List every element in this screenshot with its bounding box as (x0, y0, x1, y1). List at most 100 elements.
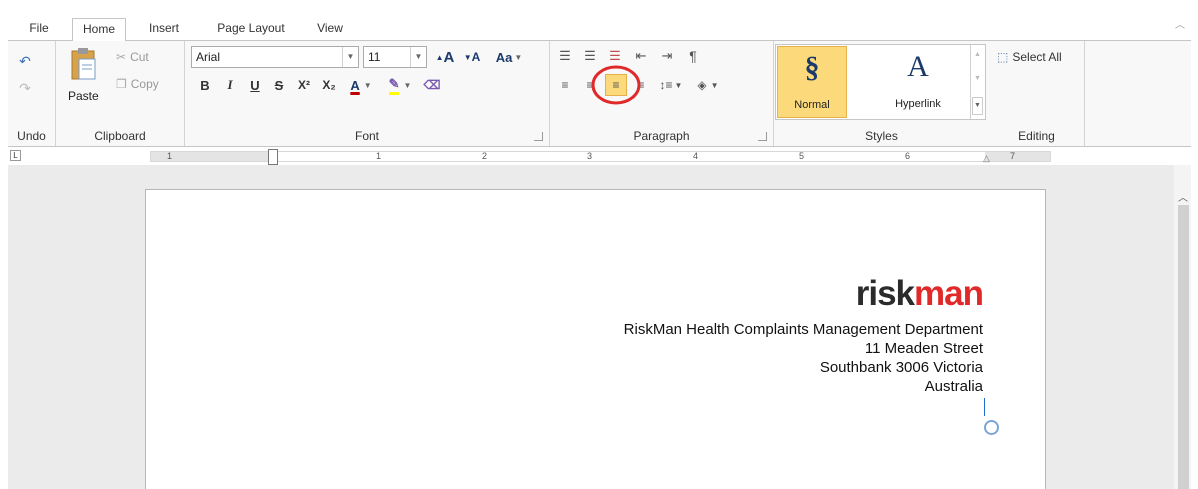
font-group-label: Font (354, 129, 379, 143)
logo-man-text: man (914, 274, 984, 313)
ruler-label: 6 (905, 151, 911, 161)
paragraph-group-label: Paragraph (633, 129, 690, 143)
red-annotation-circle (591, 65, 641, 105)
font-family-select[interactable]: Arial ▼ (191, 46, 359, 68)
scissors-icon: ✂ (116, 50, 127, 64)
scrollbar-thumb[interactable] (1178, 205, 1189, 489)
left-indent-marker[interactable] (268, 149, 278, 165)
style-hyperlink[interactable]: A Hyperlink (883, 46, 953, 118)
address-line: Southbank 3006 Victoria (819, 359, 983, 376)
scroll-up-icon[interactable]: ︿ (1178, 189, 1188, 204)
clipboard-group: Paste ✂ Cut ❐ Copy Clipboard (56, 41, 185, 146)
pilcrow-icon[interactable]: ¶ (682, 45, 704, 67)
font-family-value: Arial (196, 50, 221, 64)
riskman-logo: riskman (855, 274, 984, 314)
style-normal-label: Normal (794, 99, 830, 111)
ruler-row: L 1 1 2 3 4 5 6 7 △ (8, 147, 1191, 165)
logo-risk-text: risk (855, 274, 915, 313)
section-icon: § (804, 51, 820, 84)
grow-font-button[interactable]: ▲ A (434, 46, 456, 68)
document-page[interactable]: riskman RiskMan Health Complaints Manage… (145, 189, 1046, 489)
undo-group: ↶ ↷ Undo (8, 41, 56, 146)
shrink-font-label: A (471, 50, 481, 64)
align-left-icon[interactable]: ≡ (554, 74, 576, 96)
paragraph-dialog-launcher-icon[interactable] (758, 132, 767, 141)
paragraph-group: ☰ ☰ ☰ ⇤ ⇥ ¶ ≡ ≡ ≡ ≡ ↕≡ ▼ ◈ ▼ Paragraph (550, 41, 774, 146)
undo-icon[interactable]: ↶ (14, 50, 36, 72)
select-all-button[interactable]: ⬚ Select All (997, 50, 1062, 64)
styles-group-label: Styles (865, 129, 898, 143)
undo-group-label: Undo (17, 129, 46, 143)
ruler-label: 7 (1010, 151, 1016, 161)
grow-font-label: A (443, 48, 455, 66)
address-line: 11 Meaden Street (864, 340, 983, 357)
style-normal[interactable]: § Normal (777, 46, 847, 118)
font-group: Arial ▼ 11 ▼ ▲ A ▼ A Aa ▼ B I U S X² X₂ A ▼… (185, 41, 550, 146)
underline-button[interactable]: U (245, 74, 265, 96)
strikethrough-button[interactable]: S (269, 74, 289, 96)
increase-indent-icon[interactable]: ⇥ (656, 45, 678, 67)
ruler-label: 1 (167, 151, 173, 161)
address-line: Australia (924, 378, 983, 395)
ribbon: ↶ ↷ Undo Paste ✂ Cut ❐ Copy Clipboard Ar… (8, 41, 1191, 147)
redo-icon[interactable]: ↷ (14, 77, 36, 99)
tab-page-layout[interactable]: Page Layout (204, 18, 298, 41)
bullets-icon[interactable]: ☰ (554, 45, 576, 67)
horizontal-ruler[interactable]: 1 1 2 3 4 5 6 7 △ (150, 149, 1051, 165)
scroll-down-icon[interactable]: ▼ (974, 75, 981, 82)
copy-button[interactable]: ❐ Copy (116, 77, 159, 91)
cut-label: Cut (130, 50, 149, 64)
clear-formatting-icon: ⌫ (423, 78, 441, 92)
font-color-button[interactable]: A ▼ (344, 74, 378, 96)
subscript-button[interactable]: X₂ (318, 74, 340, 96)
ruler-label: 4 (693, 151, 699, 161)
tab-home[interactable]: Home (72, 18, 126, 42)
right-margin-area (985, 152, 1050, 161)
chevron-down-icon: ▼ (410, 47, 426, 67)
shading-icon[interactable]: ◈ ▼ (691, 74, 725, 96)
ruler-label: 5 (799, 151, 805, 161)
select-all-label: Select All (1012, 50, 1062, 64)
styles-scrollbar[interactable]: ▲ ▼ ▼ (970, 45, 985, 119)
font-color-icon: A (350, 77, 360, 93)
ruler-label: 1 (376, 151, 382, 161)
highlighter-icon: ✎ (388, 76, 400, 95)
clipboard-group-label: Clipboard (94, 129, 146, 143)
right-indent-marker[interactable]: △ (983, 153, 990, 164)
paste-button[interactable]: Paste (64, 45, 104, 107)
change-case-label: Aa (495, 49, 513, 65)
bold-button[interactable]: B (195, 74, 215, 96)
ruler-label: 3 (587, 151, 593, 161)
collapse-ribbon-icon[interactable]: ︿ (1175, 16, 1185, 31)
shrink-font-button[interactable]: ▼ A (461, 46, 483, 68)
chevron-down-icon: ▼ (342, 47, 358, 67)
font-dialog-launcher-icon[interactable] (534, 132, 543, 141)
copy-icon: ❐ (116, 77, 127, 91)
superscript-button[interactable]: X² (293, 74, 315, 96)
text-caret (984, 398, 985, 416)
copy-label: Copy (130, 77, 159, 91)
change-case-button[interactable]: Aa ▼ (489, 46, 529, 68)
editing-group-label: Editing (1018, 129, 1055, 143)
clear-formatting-button[interactable]: ⌫ (421, 74, 443, 96)
vertical-scrollbar[interactable]: ︿ (1174, 165, 1191, 489)
paste-icon (71, 48, 96, 80)
document-area: riskman RiskMan Health Complaints Manage… (8, 165, 1191, 489)
gallery-expand-icon[interactable]: ▼ (972, 97, 983, 115)
tab-insert[interactable]: Insert (139, 18, 189, 41)
scroll-up-icon[interactable]: ▲ (974, 51, 981, 58)
cut-button[interactable]: ✂ Cut (116, 50, 149, 64)
address-block: RiskMan Health Complaints Management Dep… (624, 320, 983, 396)
tab-file[interactable]: File (22, 18, 56, 41)
styles-gallery: § Normal A Hyperlink ▲ ▼ ▼ (775, 44, 986, 120)
line-spacing-icon[interactable]: ↕≡ ▼ (656, 74, 686, 96)
caret-handle-icon[interactable] (984, 420, 999, 435)
highlight-button[interactable]: ✎ ▼ (383, 74, 417, 96)
ribbon-tab-bar: File Home Insert Page Layout View ︿ (8, 8, 1191, 42)
tab-view[interactable]: View (310, 18, 350, 41)
ruler-label: 2 (482, 151, 488, 161)
tab-stop-selector-icon[interactable]: L (10, 150, 21, 161)
font-size-select[interactable]: 11 ▼ (363, 46, 427, 68)
style-a-icon: A (907, 50, 929, 83)
italic-button[interactable]: I (220, 74, 240, 96)
